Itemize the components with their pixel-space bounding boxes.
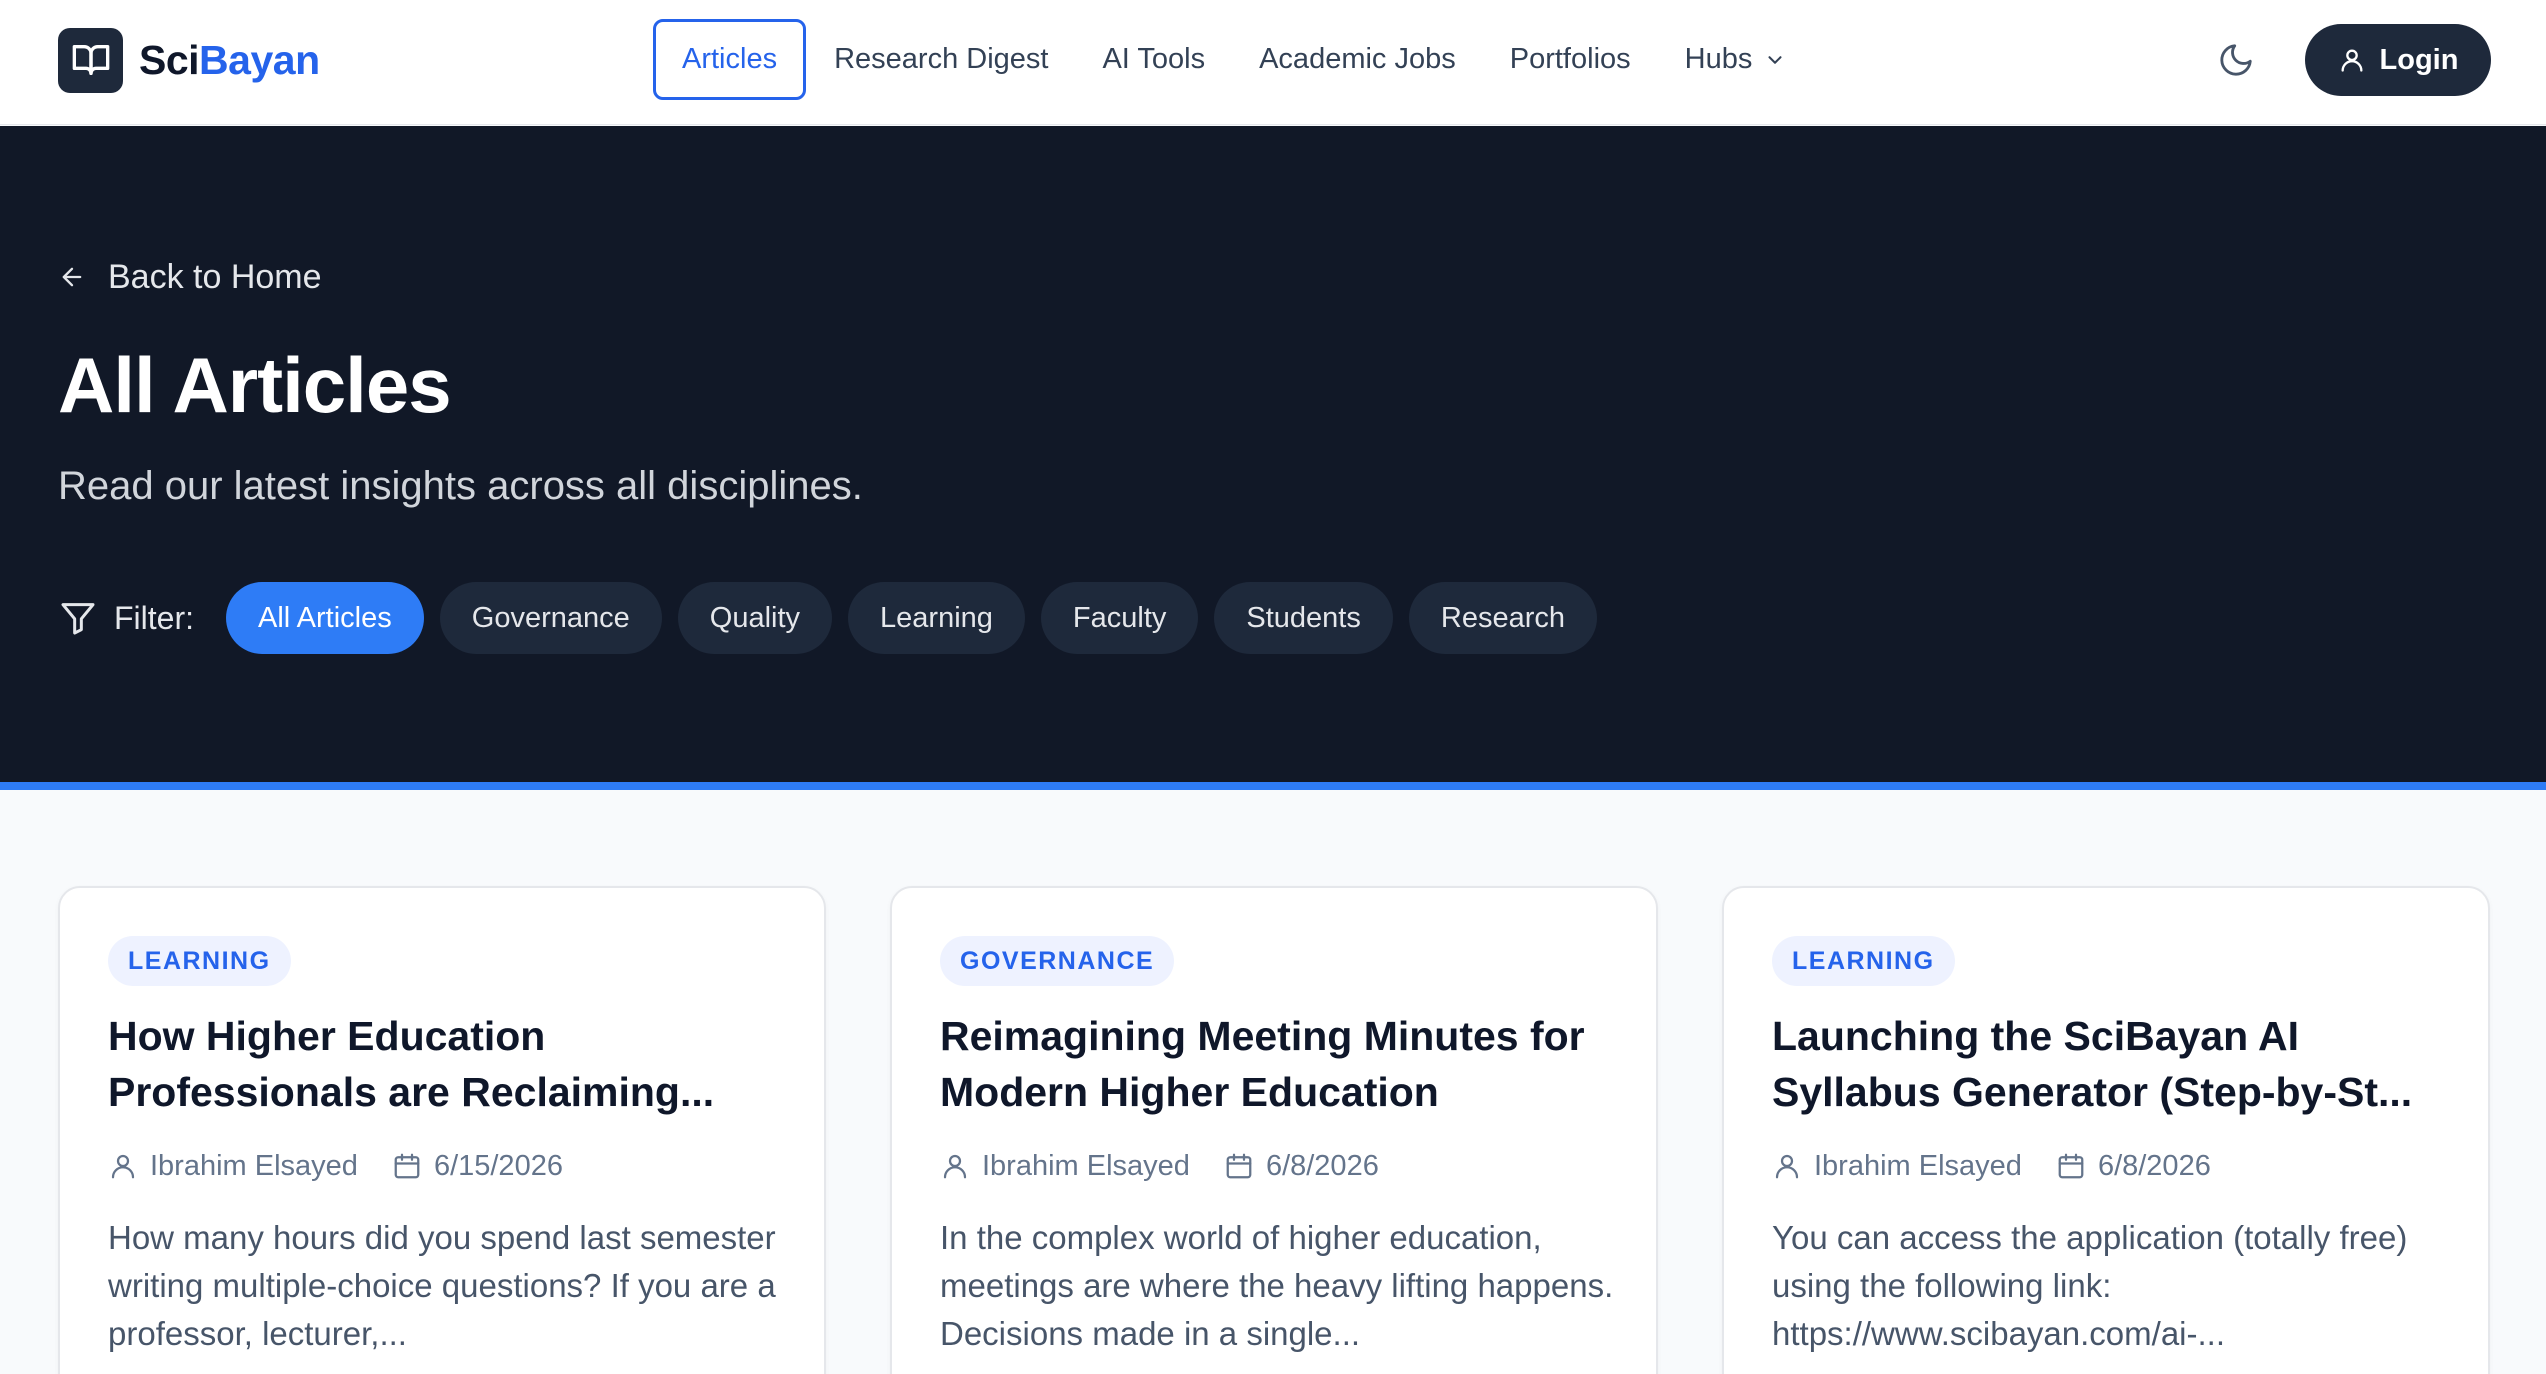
moon-icon[interactable] [2216, 40, 2256, 80]
article-category-badge: LEARNING [108, 936, 291, 986]
nav-ai-tools[interactable]: AI Tools [1075, 19, 1232, 100]
filter-students[interactable]: Students [1214, 582, 1393, 654]
article-meta: Ibrahim Elsayed 6/8/2026 [1772, 1146, 2211, 1186]
nav-hubs-label: Hubs [1684, 43, 1753, 75]
filter-learning[interactable]: Learning [848, 582, 1025, 654]
user-icon [1772, 1151, 1802, 1181]
article-author: Ibrahim Elsayed [150, 1149, 358, 1182]
article-card[interactable]: GOVERNANCE Reimagining Meeting Minutes f… [890, 886, 1658, 1374]
back-to-home-label: Back to Home [108, 257, 322, 296]
brand-name-part1: Sci [139, 36, 200, 83]
page-title: All Articles [58, 341, 452, 429]
nav-articles[interactable]: Articles [653, 19, 807, 100]
filter-quality[interactable]: Quality [677, 582, 833, 654]
article-author: Ibrahim Elsayed [982, 1149, 1190, 1182]
article-excerpt: How many hours did you spend last semest… [108, 1219, 776, 1352]
filter-label-group: Filter: [58, 598, 194, 638]
filter-research[interactable]: Research [1408, 582, 1597, 654]
article-meta: Ibrahim Elsayed 6/8/2026 [940, 1146, 1379, 1186]
article-title[interactable]: Reimagining Meeting Minutes for Modern H… [940, 1008, 1630, 1120]
nav-academic-jobs[interactable]: Academic Jobs [1232, 19, 1483, 100]
filter-bar: Filter: All Articles Governance Quality … [58, 582, 1613, 654]
filter-icon [58, 598, 98, 638]
back-to-home-link[interactable]: Back to Home [58, 252, 322, 302]
filter-governance[interactable]: Governance [439, 582, 662, 654]
filter-faculty[interactable]: Faculty [1040, 582, 1199, 654]
calendar-icon [1224, 1151, 1254, 1181]
brand-name-part2: Bayan [199, 36, 320, 83]
user-icon [108, 1151, 138, 1181]
article-category-badge: LEARNING [1772, 936, 1955, 986]
calendar-icon [2056, 1151, 2086, 1181]
page-subtitle: Read our latest insights across all disc… [58, 464, 863, 508]
hero-accent-bar [0, 782, 2546, 790]
article-excerpt: In the complex world of higher education… [940, 1219, 1614, 1352]
article-category-badge: GOVERNANCE [940, 936, 1175, 986]
article-date: 6/15/2026 [433, 1149, 563, 1182]
book-open-icon [58, 27, 123, 93]
filter-label: Filter: [114, 599, 194, 636]
chevron-down-icon [1764, 49, 1786, 71]
nav-portfolios[interactable]: Portfolios [1483, 19, 1658, 100]
article-author: Ibrahim Elsayed [1814, 1149, 2022, 1182]
top-navbar: SciBayan Articles Research Digest AI Too… [0, 0, 2546, 125]
nav-hubs-dropdown[interactable]: Hubs [1658, 19, 1814, 100]
user-icon [940, 1151, 970, 1181]
article-title[interactable]: Launching the SciBayan AI Syllabus Gener… [1772, 1008, 2462, 1120]
article-card[interactable]: LEARNING Launching the SciBayan AI Sylla… [1722, 886, 2490, 1374]
main-nav: Articles Research Digest AI Tools Academ… [653, 19, 1813, 100]
nav-research-digest[interactable]: Research Digest [807, 19, 1075, 100]
login-label: Login [2379, 43, 2459, 76]
article-meta: Ibrahim Elsayed 6/15/2026 [108, 1146, 563, 1186]
brand-name: SciBayan [139, 37, 320, 84]
login-button[interactable]: Login [2305, 24, 2491, 96]
article-excerpt: You can access the application (totally … [1772, 1219, 2408, 1352]
article-date: 6/8/2026 [1265, 1149, 1379, 1182]
arrow-left-icon [58, 263, 86, 291]
article-title[interactable]: How Higher Education Professionals are R… [108, 1008, 798, 1120]
hero-section [0, 126, 2546, 782]
article-card[interactable]: LEARNING How Higher Education Profession… [58, 886, 826, 1374]
article-date: 6/8/2026 [2097, 1149, 2211, 1182]
calendar-icon [392, 1151, 422, 1181]
user-icon [2338, 46, 2366, 74]
site-logo[interactable]: SciBayan [58, 27, 320, 93]
filter-all-articles[interactable]: All Articles [226, 582, 424, 654]
